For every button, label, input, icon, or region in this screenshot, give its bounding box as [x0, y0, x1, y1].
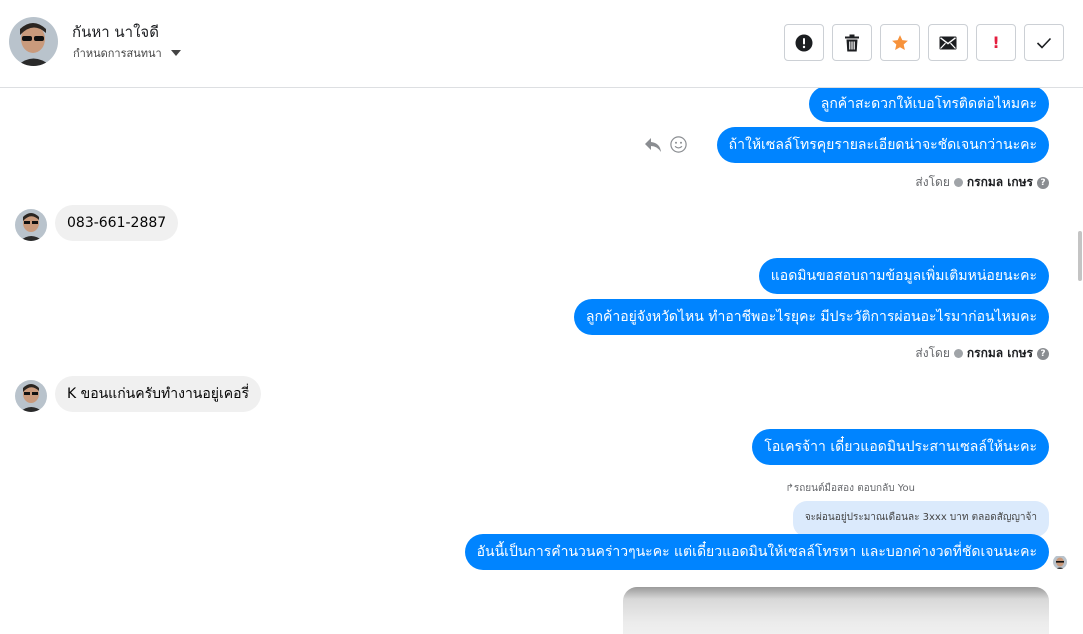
message-hover-actions: [644, 136, 687, 153]
trash-icon: [845, 34, 859, 51]
scrollbar-thumb[interactable]: [1078, 231, 1082, 281]
message-outgoing[interactable]: ถ้าให้เซลล์โทรคุยรายละเอียดน่าจะชัดเจนกว…: [716, 127, 1049, 163]
message-outgoing[interactable]: แอดมินขอสอบถามข้อมูลเพิ่มเติมหน่อยนะคะ: [758, 258, 1049, 294]
help-icon[interactable]: ?: [1037, 176, 1049, 189]
sent-by-label: ส่งโดย กรกมล เกษร ?: [915, 173, 1049, 192]
star-button[interactable]: [880, 24, 920, 61]
report-info-button[interactable]: [784, 24, 824, 61]
smiley-icon[interactable]: [670, 136, 687, 153]
delete-button[interactable]: [832, 24, 872, 61]
contact-avatar-small: [15, 380, 47, 412]
quoted-message[interactable]: จะผ่อนอยู่ประมาณเดือนละ 3xxx บาท ตลอดสัญ…: [792, 501, 1049, 537]
conversation-label-text: กำหนดการสนทนา: [73, 47, 162, 60]
check-icon: [953, 349, 963, 358]
message-outgoing[interactable]: อันนี้เป็นการคำนวนคร่าวๆนะคะ แต่เดี๋ยวแอ…: [464, 534, 1049, 570]
mark-important-button[interactable]: !: [976, 24, 1016, 61]
sender-name[interactable]: กรกมล เกษร: [967, 173, 1033, 192]
chevron-down-icon: [170, 50, 181, 56]
contact-avatar-small: [15, 209, 47, 241]
message-outgoing[interactable]: ลูกค้าอยู่จังหวัดไหน ทำอาชีพอะไรยุคะ มีป…: [573, 299, 1049, 335]
sent-by-prefix: ส่งโดย: [915, 175, 950, 189]
message-thread[interactable]: ลูกค้าสะดวกให้เบอโทรติดต่อไหมคะ ถ้าให้เซ…: [0, 88, 1083, 634]
message-incoming[interactable]: K ขอนแก่นครับทำงานอยู่เคอรี่: [55, 376, 262, 412]
mail-button[interactable]: [928, 24, 968, 61]
check-icon: [953, 178, 963, 187]
sent-by-label: ส่งโดย กรกมล เกษร ?: [915, 344, 1049, 363]
sent-by-prefix: ส่งโดย: [915, 346, 950, 360]
star-icon: [892, 34, 908, 50]
exclamation-icon: !: [992, 33, 1000, 52]
checkmark-icon: [1036, 37, 1052, 49]
conversation-header: กันหา นาใจดี กำหนดการสนทนา !: [0, 0, 1083, 88]
message-incoming[interactable]: 083-661-2887: [55, 205, 179, 241]
sender-name[interactable]: กรกมล เกษร: [967, 344, 1033, 363]
conversation-label-dropdown[interactable]: กำหนดการสนทนา: [73, 44, 181, 62]
help-icon[interactable]: ?: [1037, 347, 1049, 360]
header-actions: !: [784, 24, 1064, 61]
thread-scrollbar[interactable]: [1077, 88, 1083, 634]
contact-name: กันหา นาใจดี: [72, 23, 159, 41]
reply-icon[interactable]: [644, 137, 662, 153]
seen-avatar: [1053, 555, 1067, 569]
contact-avatar[interactable]: [9, 17, 58, 66]
mark-done-button[interactable]: [1024, 24, 1064, 61]
envelope-icon: [939, 36, 957, 49]
image-attachment[interactable]: [623, 587, 1049, 634]
message-outgoing[interactable]: โอเครจ้าา เดี๋ยวแอดมินประสานเซลล์ให้นะคะ: [752, 429, 1049, 465]
exclamation-circle-icon: [795, 34, 813, 51]
reply-context-label: ↱รถยนต์มือสอง ตอบกลับ You: [785, 483, 915, 494]
message-outgoing[interactable]: ลูกค้าสะดวกให้เบอโทรติดต่อไหมคะ: [808, 88, 1049, 122]
